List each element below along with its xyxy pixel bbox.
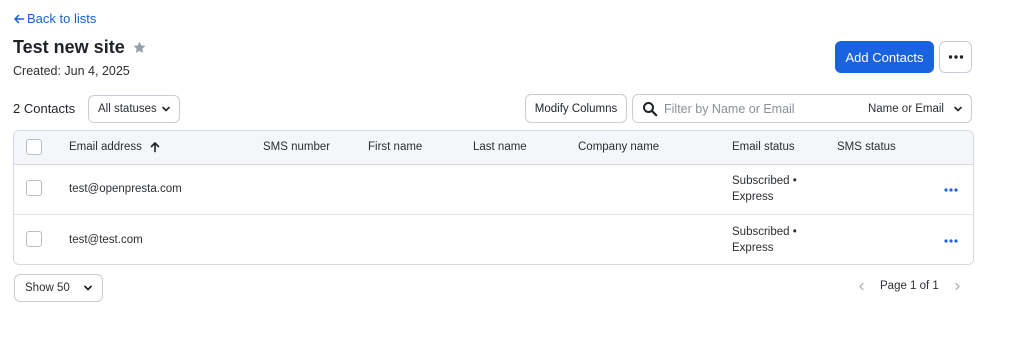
contact-count: 2 Contacts [13,101,76,116]
status-filter-value: All statuses [98,103,157,115]
more-horizontal-icon [944,188,958,192]
table-header: Email address SMS number First name Last… [14,131,973,165]
chevron-down-icon [83,283,93,293]
search-scope-select[interactable]: Name or Email [868,103,963,115]
search-scope-value: Name or Email [867,102,944,115]
select-all-checkbox[interactable] [26,139,42,155]
arrow-up-icon [150,142,160,153]
status-filter-select[interactable]: All statuses [88,95,180,123]
email-cell[interactable]: test@openpresta.com [69,183,182,195]
more-actions-button[interactable] [939,41,972,73]
search-filter: Name or Email [632,94,972,123]
search-input[interactable] [664,101,864,116]
row-checkbox[interactable] [26,180,42,196]
row-actions-button[interactable] [943,237,959,245]
arrow-left-icon [14,14,25,23]
modify-columns-button[interactable]: Modify Columns [525,94,627,123]
page-title: Test new site [13,37,125,57]
chevron-left-icon [859,282,864,290]
next-page-button[interactable] [953,282,962,291]
more-horizontal-icon [944,239,958,243]
back-link-label: Back to lists [27,11,97,26]
column-header-email[interactable]: Email address [69,141,161,153]
row-actions-button[interactable] [943,186,959,194]
column-header-company-name[interactable]: Company name [578,141,659,153]
contacts-table: Email address SMS number First name Last… [13,130,974,265]
search-icon [643,101,658,116]
column-header-sms-status[interactable]: SMS status [837,141,896,153]
add-contacts-button[interactable]: Add Contacts [835,41,934,73]
more-horizontal-icon [948,55,963,59]
page-size-value: Show 50 [25,282,70,294]
back-to-lists-link[interactable]: Back to lists [13,11,96,26]
email-cell[interactable]: test@test.com [69,234,143,246]
chevron-down-icon [161,104,171,114]
page-indicator: Page 1 of 1 [880,280,939,292]
column-header-sms-number[interactable]: SMS number [263,141,330,153]
column-header-last-name[interactable]: Last name [473,141,527,153]
email-status-cell: Subscribed • Express [732,175,797,203]
chevron-right-icon [955,282,960,290]
table-row[interactable]: test@openpresta.com Subscribed • Express [14,165,973,215]
chevron-down-icon [953,104,963,114]
row-checkbox[interactable] [26,231,42,247]
email-status-cell: Subscribed • Express [732,226,797,254]
column-header-first-name[interactable]: First name [368,141,422,153]
pagination: Page 1 of 1 [857,280,962,292]
created-date: Created: Jun 4, 2025 [13,64,130,78]
table-row[interactable]: test@test.com Subscribed • Express [14,216,973,264]
column-header-email-status[interactable]: Email status [732,141,795,153]
title-row: Test new site [13,37,147,58]
page-size-select[interactable]: Show 50 [14,274,103,302]
previous-page-button[interactable] [857,282,866,291]
star-icon[interactable] [132,40,147,55]
